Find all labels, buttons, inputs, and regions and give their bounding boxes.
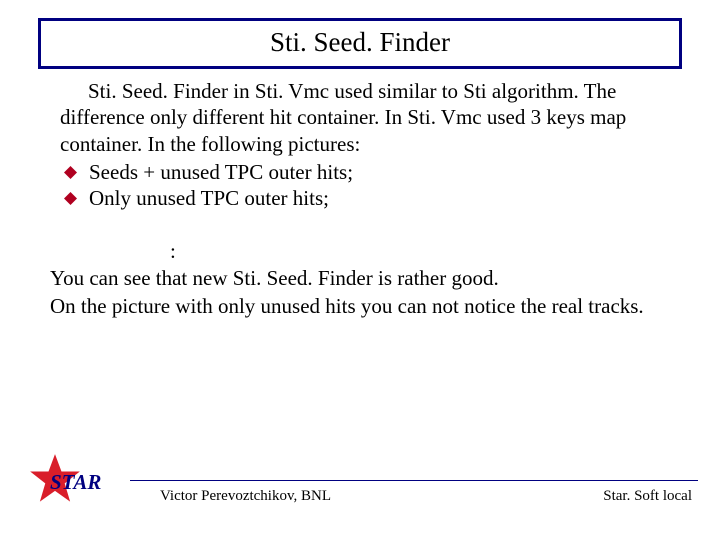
- bullet-text: Only unused TPC outer hits;: [89, 185, 329, 211]
- bullet-item: Only unused TPC outer hits;: [60, 185, 670, 211]
- lower-block: : You can see that new Sti. Seed. Finder…: [50, 238, 670, 320]
- bullet-text: Seeds + unused TPC outer hits;: [89, 159, 353, 185]
- body-area: Sti. Seed. Finder in Sti. Vmc used simil…: [60, 78, 670, 211]
- slide: Sti. Seed. Finder Sti. Seed. Finder in S…: [0, 0, 720, 540]
- lower-line-2: You can see that new Sti. Seed. Finder i…: [50, 265, 670, 292]
- logo-label: STAR: [50, 470, 101, 495]
- logo: STAR: [28, 452, 128, 506]
- footer-right: Star. Soft local: [603, 488, 692, 505]
- body-paragraph: Sti. Seed. Finder in Sti. Vmc used simil…: [60, 78, 670, 157]
- diamond-bullet-icon: [64, 192, 77, 205]
- lower-line-1: :: [50, 238, 670, 265]
- footer: STAR Victor Perevoztchikov, BNL Star. So…: [0, 480, 720, 520]
- lower-line-3: On the picture with only unused hits you…: [50, 293, 670, 320]
- footer-author: Victor Perevoztchikov, BNL: [160, 488, 331, 505]
- footer-divider: [130, 480, 698, 481]
- bullet-item: Seeds + unused TPC outer hits;: [60, 159, 670, 185]
- diamond-bullet-icon: [64, 166, 77, 179]
- title-box: Sti. Seed. Finder: [38, 18, 682, 69]
- slide-title: Sti. Seed. Finder: [270, 27, 450, 57]
